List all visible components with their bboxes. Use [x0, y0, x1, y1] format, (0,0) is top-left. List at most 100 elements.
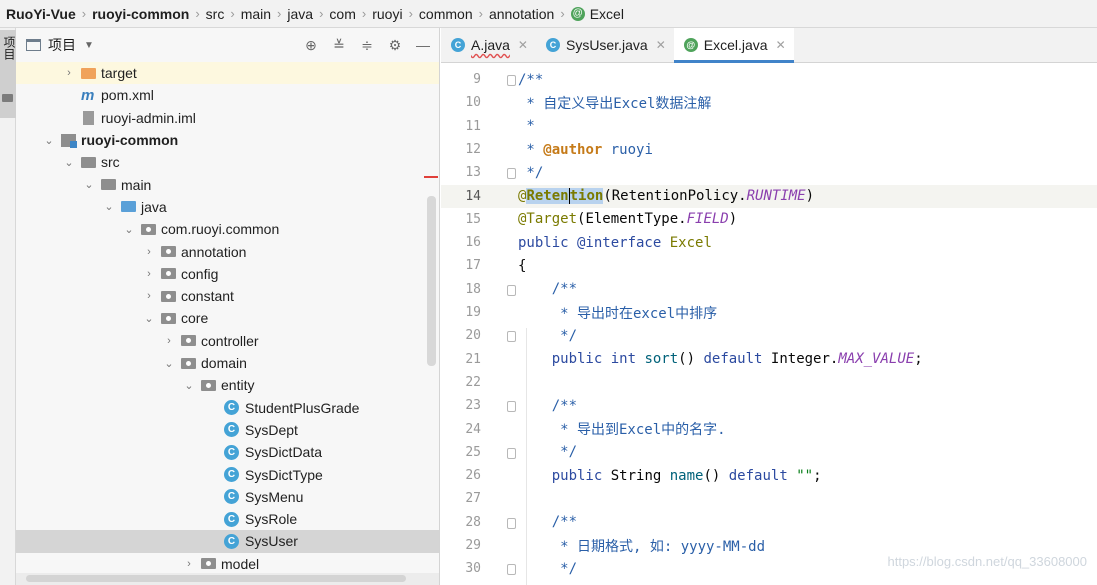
fold-marker-icon[interactable]: [507, 331, 516, 343]
breadcrumb-item[interactable]: ruoyi-common: [92, 6, 189, 22]
tree-item-entity[interactable]: ⌄ entity: [16, 374, 439, 396]
chevron-down-icon[interactable]: ⌄: [142, 312, 156, 325]
breadcrumb-item[interactable]: RuoYi-Vue: [6, 6, 76, 22]
expand-all-icon[interactable]: ≚: [331, 37, 347, 53]
folder-icon: [81, 156, 96, 168]
tree-item-label: SysRole: [245, 511, 298, 528]
line-number: 24: [465, 421, 481, 437]
breadcrumb-item[interactable]: java: [287, 6, 313, 22]
tab-sysuser-java[interactable]: C SysUser.java ✕: [536, 28, 674, 62]
line-number: 12: [465, 141, 481, 157]
tree-item-studentplusgrade[interactable]: C StudentPlusGrade: [16, 397, 439, 419]
chevron-down-icon[interactable]: ⌄: [162, 357, 176, 370]
tree-item-config[interactable]: › config: [16, 263, 439, 285]
tree-item-sysdictdata[interactable]: C SysDictData: [16, 441, 439, 463]
code-token: ruoyi: [602, 141, 653, 158]
chevron-down-icon[interactable]: ⌄: [42, 134, 56, 147]
breadcrumb-item[interactable]: com: [329, 6, 355, 22]
tree-item-controller[interactable]: › controller: [16, 330, 439, 352]
fold-marker-icon[interactable]: [507, 75, 516, 86]
chevron-down-icon[interactable]: ⌄: [62, 156, 76, 169]
fold-marker-icon[interactable]: [507, 168, 516, 180]
annotation-type-icon: @: [570, 6, 585, 21]
fold-marker-icon[interactable]: [507, 564, 516, 576]
tree-item-model[interactable]: › model: [16, 553, 439, 575]
tree-item-iml[interactable]: ruoyi-admin.iml: [16, 107, 439, 129]
tree-item-target[interactable]: › target: [16, 62, 439, 85]
tree-item-com-ruoyi-common[interactable]: ⌄ com.ruoyi.common: [16, 218, 439, 240]
fold-marker-icon[interactable]: [507, 401, 516, 413]
code-token: (RetentionPolicy.: [603, 188, 747, 205]
tree-item-annotation[interactable]: › annotation: [16, 240, 439, 262]
code-token: RUNTIME: [746, 188, 806, 205]
crosshair-icon[interactable]: ⊕: [303, 37, 319, 53]
package-icon: [181, 357, 196, 369]
tree-item-core[interactable]: ⌄ core: [16, 307, 439, 329]
project-vertical-scrollbar[interactable]: [427, 196, 436, 366]
tab-excel-java[interactable]: @ Excel.java ✕: [673, 28, 794, 63]
class-icon: C: [545, 38, 560, 52]
package-icon: [181, 335, 196, 347]
line-number: 18: [465, 281, 481, 297]
chevron-down-icon[interactable]: ⌄: [102, 200, 116, 213]
breadcrumb-item[interactable]: common: [419, 6, 473, 22]
tree-item-label: domain: [201, 355, 247, 372]
tree-item-sysmenu[interactable]: C SysMenu: [16, 486, 439, 508]
code-token: ): [728, 211, 738, 228]
code-token: "": [787, 467, 814, 484]
line-number: 26: [465, 468, 481, 484]
chevron-right-icon[interactable]: ›: [142, 268, 156, 280]
tab-a-java[interactable]: C A.java ✕: [441, 28, 536, 62]
code-editor: C A.java ✕ C SysUser.java ✕ @ Excel.java…: [441, 28, 1097, 585]
tree-item-ruoyi-common[interactable]: ⌄ ruoyi-common: [16, 129, 439, 151]
tree-item-sysdept[interactable]: C SysDept: [16, 419, 439, 441]
code-line: public int sort() default Integer. MAX_VA…: [518, 348, 923, 371]
fold-marker-icon[interactable]: [507, 447, 516, 459]
horizontal-scrollbar-thumb[interactable]: [26, 575, 406, 582]
chevron-right-icon[interactable]: ›: [142, 246, 156, 258]
chevron-right-icon[interactable]: ›: [162, 335, 176, 347]
close-icon[interactable]: ✕: [656, 38, 666, 52]
close-icon[interactable]: ✕: [776, 38, 786, 52]
line-number: 17: [465, 258, 481, 274]
tree-item-domain[interactable]: ⌄ domain: [16, 352, 439, 374]
tree-item-constant[interactable]: › constant: [16, 285, 439, 307]
tree-item-sysrole[interactable]: C SysRole: [16, 508, 439, 530]
code-token: (): [678, 351, 704, 368]
minimize-icon[interactable]: —: [415, 37, 431, 53]
chevron-right-icon[interactable]: ›: [182, 558, 196, 570]
code-line: * @author ruoyi: [518, 138, 653, 161]
tree-item-sysuser[interactable]: C SysUser: [16, 530, 439, 553]
breadcrumb-item[interactable]: ruoyi: [372, 6, 402, 22]
tree-item-src[interactable]: ⌄ src: [16, 151, 439, 173]
package-icon: [161, 246, 176, 258]
code-area[interactable]: /** * 自定义导出Excel数据注解 * * @author ruoyi *…: [518, 63, 1097, 585]
breadcrumb-item[interactable]: annotation: [489, 6, 554, 22]
chevron-down-icon[interactable]: ⌄: [182, 379, 196, 392]
chevron-right-icon[interactable]: ›: [62, 67, 76, 79]
breadcrumb-item[interactable]: src: [206, 6, 225, 22]
code-token: {: [518, 258, 527, 275]
chevron-down-icon[interactable]: ⌄: [122, 223, 136, 236]
breadcrumb-item[interactable]: Excel: [590, 6, 624, 22]
watermark: https://blog.csdn.net/qq_33608000: [887, 554, 1088, 569]
code-line: @ Reten tion (RetentionPolicy. RUNTIME): [518, 185, 814, 208]
gear-icon[interactable]: ⚙: [387, 37, 403, 53]
chevron-down-icon[interactable]: ▼: [84, 40, 94, 51]
chevron-right-icon[interactable]: ›: [142, 290, 156, 302]
code-token: @Target: [518, 211, 578, 228]
tree-item-pom[interactable]: m pom.xml: [16, 84, 439, 106]
close-icon[interactable]: ✕: [518, 38, 528, 52]
tree-item-main[interactable]: ⌄ main: [16, 174, 439, 196]
window-icon: [26, 39, 41, 51]
change-marker: [424, 176, 438, 178]
fold-marker-icon[interactable]: [507, 517, 516, 529]
tree-item-sysdicttype[interactable]: C SysDictType: [16, 463, 439, 485]
chevron-down-icon[interactable]: ⌄: [82, 178, 96, 191]
project-tool-tab[interactable]: 项目: [0, 30, 16, 118]
breadcrumb-item[interactable]: main: [241, 6, 271, 22]
collapse-all-icon[interactable]: ≑: [359, 37, 375, 53]
fold-marker-icon[interactable]: [507, 284, 516, 296]
tree-item-java[interactable]: ⌄ java: [16, 196, 439, 218]
project-panel-title[interactable]: 项目: [48, 35, 76, 55]
